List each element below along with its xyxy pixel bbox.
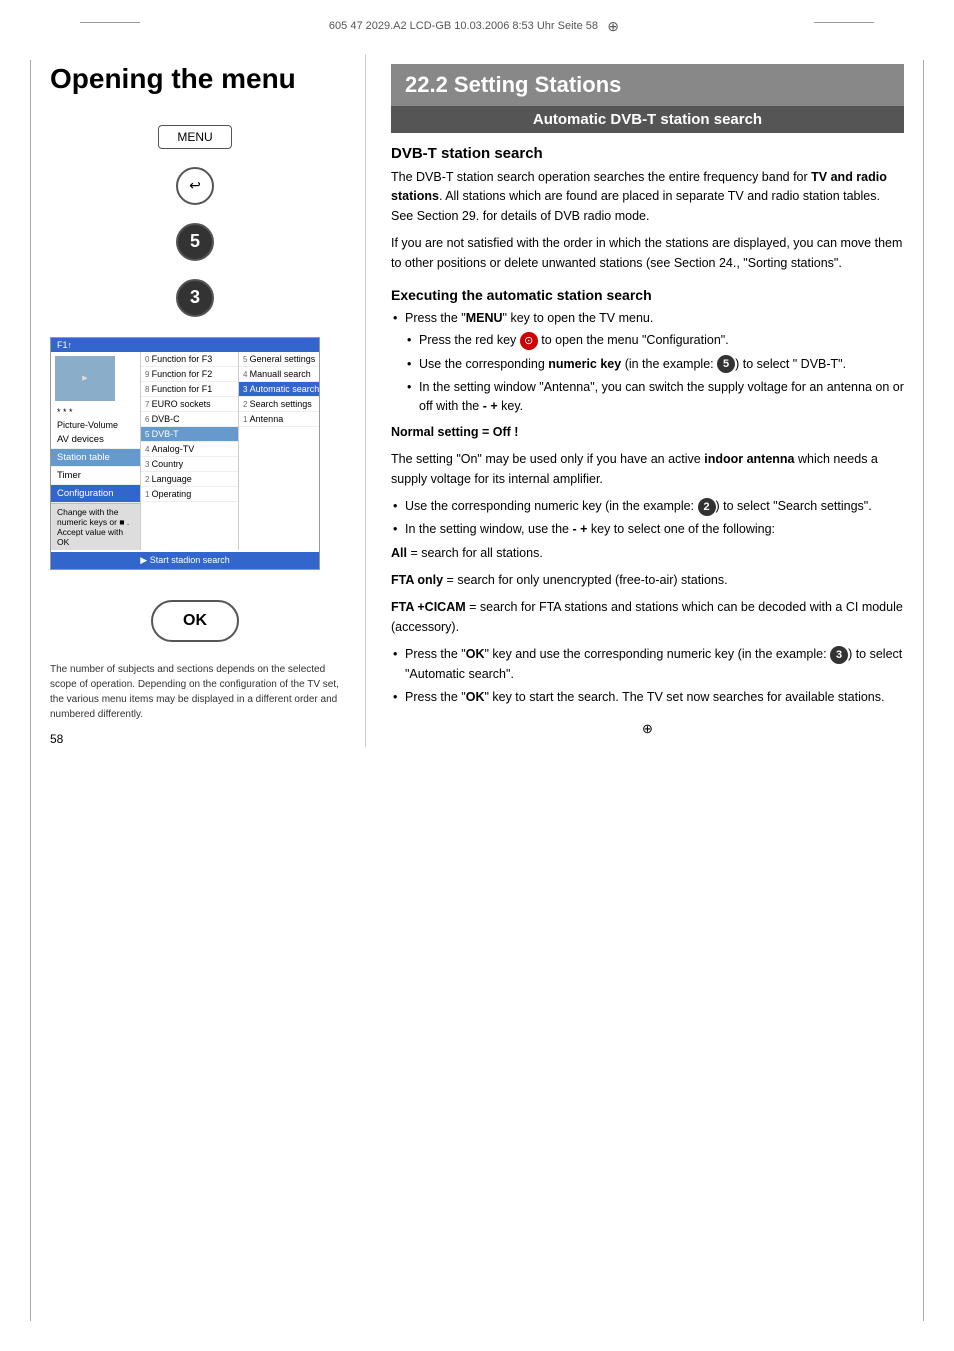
func-f3[interactable]: 0 Function for F3: [141, 352, 238, 367]
tv-menu-screenshot: F1↑ ▶ * * * Picture-Volume AV devices St…: [50, 337, 320, 570]
euro-sockets[interactable]: 7 EURO sockets: [141, 397, 238, 412]
start-search-bar[interactable]: ▶ Start stadion search: [51, 552, 319, 569]
antenna[interactable]: 1 Antenna: [239, 412, 319, 427]
av-devices-item[interactable]: AV devices: [51, 431, 140, 449]
sub-steps: Press the red key ⊙ to open the menu "Co…: [405, 331, 904, 417]
normal-para: The setting "On" may be used only if you…: [391, 450, 904, 489]
right-column: 22.2 Setting Stations Automatic DVB-T st…: [371, 54, 904, 747]
left-title: Opening the menu: [50, 64, 340, 95]
bottom-cross-icon: ⊕: [642, 721, 653, 737]
picture-vol: Picture-Volume: [51, 419, 140, 431]
sub-step-antenna: In the setting window "Antenna", you can…: [405, 378, 904, 417]
ok-button[interactable]: OK: [151, 600, 239, 642]
steps2-list: Use the corresponding numeric key (in th…: [391, 497, 904, 540]
menu-diagram: MENU ↩ 5 3: [50, 125, 340, 317]
tv-menu-header-label: F1↑: [57, 340, 72, 350]
step5-label: 5: [190, 231, 200, 252]
page-number: 58: [50, 732, 340, 746]
return-button[interactable]: ↩: [176, 167, 214, 205]
page-header: 605 47 2029.A2 LCD-GB 10.03.2006 8:53 Uh…: [0, 0, 954, 44]
dvbt-para2: If you are not satisfied with the order …: [391, 234, 904, 273]
search-settings[interactable]: 2 Search settings: [239, 397, 319, 412]
tv-menu-header: F1↑: [51, 338, 319, 352]
country[interactable]: 3 Country: [141, 457, 238, 472]
exec-heading: Executing the automatic station search: [391, 287, 904, 303]
step3-label: 3: [190, 287, 200, 308]
dvb-c[interactable]: 6 DVB-C: [141, 412, 238, 427]
num2-icon: 2: [698, 498, 716, 516]
general-settings[interactable]: 5 General settings: [239, 352, 319, 367]
fta-option: FTA only = search for only unencrypted (…: [391, 571, 904, 590]
func-f2[interactable]: 9 Function for F2: [141, 367, 238, 382]
timer-item[interactable]: Timer: [51, 467, 140, 485]
language[interactable]: 2 Language: [141, 472, 238, 487]
dvbt-para1: The DVB-T station search operation searc…: [391, 168, 904, 226]
configuration-item[interactable]: Configuration: [51, 485, 140, 503]
func-f1[interactable]: 8 Function for F1: [141, 382, 238, 397]
step-search-settings: Use the corresponding numeric key (in th…: [391, 497, 904, 516]
menu-key-label: MENU: [158, 125, 231, 149]
manuall-search[interactable]: 4 Manuall search: [239, 367, 319, 382]
red-circle-icon: ⊙: [520, 332, 538, 350]
ftacicam-option: FTA +CICAM = search for FTA stations and…: [391, 598, 904, 637]
tv-menu-hint: Change with the numeric keys or ■ . Acce…: [51, 503, 140, 550]
normal-setting: Normal setting = Off !: [391, 423, 904, 442]
header-text: 605 47 2029.A2 LCD-GB 10.03.2006 8:53 Uh…: [329, 20, 598, 32]
sub-step-red-key: Press the red key ⊙ to open the menu "Co…: [405, 331, 904, 350]
steps-list: Press the "MENU" key to open the TV menu…: [391, 309, 904, 417]
step3-button[interactable]: 3: [176, 279, 214, 317]
dvbt-heading: DVB-T station search: [391, 145, 904, 162]
return-icon: ↩: [189, 177, 201, 194]
section-header: 22.2 Setting Stations: [391, 64, 904, 106]
ok-button-wrap: OK: [50, 600, 340, 642]
step-ok-start: Press the "OK" key to start the search. …: [391, 688, 904, 707]
tv-thumbnail: ▶: [55, 356, 115, 401]
dvb-t[interactable]: 5 DVB-T: [141, 427, 238, 442]
all-option: All = search for all stations.: [391, 544, 904, 563]
num5-icon: 5: [717, 355, 735, 373]
footnote: The number of subjects and sections depe…: [50, 662, 340, 722]
automatic-search[interactable]: 3 Automatic search: [239, 382, 319, 397]
sub-header: Automatic DVB-T station search: [391, 106, 904, 133]
step5-button[interactable]: 5: [176, 223, 214, 261]
column-divider: [365, 54, 366, 747]
operating[interactable]: 1 Operating: [141, 487, 238, 502]
left-column: Opening the menu MENU ↩ 5 3 F1↑ ▶: [50, 54, 360, 747]
step-open-menu: Press the "MENU" key to open the TV menu…: [391, 309, 904, 417]
bottom-reg-mark: ⊕: [391, 711, 904, 747]
step-ok-automatic: Press the "OK" key and use the correspon…: [391, 645, 904, 684]
stars-row: * * *: [51, 405, 140, 419]
step-select-key: In the setting window, use the - + key t…: [391, 520, 904, 539]
sub-step-numeric: Use the corresponding numeric key (in th…: [405, 355, 904, 374]
reg-mark-center: [605, 18, 621, 34]
num3-icon: 3: [830, 646, 848, 664]
analog-tv[interactable]: 4 Analog-TV: [141, 442, 238, 457]
station-table-item[interactable]: Station table: [51, 449, 140, 467]
steps3-list: Press the "OK" key and use the correspon…: [391, 645, 904, 707]
